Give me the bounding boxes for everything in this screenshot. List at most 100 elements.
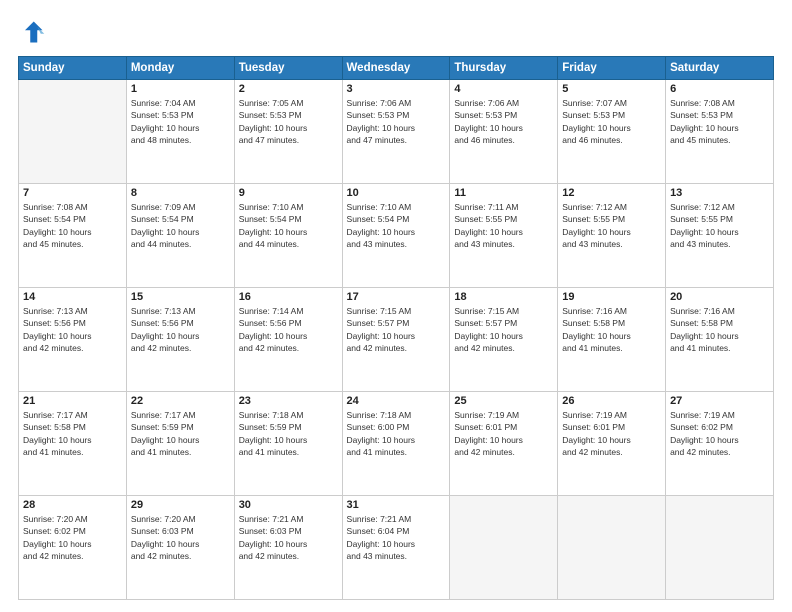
day-number: 25 — [454, 395, 553, 407]
calendar-cell: 23Sunrise: 7:18 AM Sunset: 5:59 PM Dayli… — [234, 392, 342, 496]
calendar-cell: 11 Sunrise: 7:11 AM Sunset: 5:55 PM Dayli… — [450, 184, 558, 288]
day-number: 1 — [131, 83, 230, 95]
day-info: Sunrise: 7:21 AM Sunset: 6:04 PM Dayligh… — [347, 513, 446, 562]
day-number: 21 — [23, 395, 122, 407]
week-row-1: 1 Sunrise: 7:04 AM Sunset: 5:53 PM Daylig… — [19, 80, 774, 184]
day-info: Sunrise: 7:06 AM Sunset: 5:53 PM Dayligh… — [454, 97, 553, 146]
day-info: Sunrise: 7:19 AM Sunset: 6:01 PM Dayligh… — [454, 409, 553, 458]
day-number: 3 — [347, 83, 446, 95]
day-number: 2 — [239, 83, 338, 95]
calendar-cell: 27 Sunrise: 7:19 AM Sunset: 6:02 PM Dayli… — [666, 392, 774, 496]
day-number: 8 — [131, 187, 230, 199]
day-info: Sunrise: 7:15 AM Sunset: 5:57 PM Dayligh… — [454, 305, 553, 354]
day-number: 17 — [347, 291, 446, 303]
day-info: Sunrise: 7:05 AM Sunset: 5:53 PM Dayligh… — [239, 97, 338, 146]
calendar-cell: 7Sunrise: 7:08 AM Sunset: 5:54 PM Daylig… — [19, 184, 127, 288]
calendar-cell: 19 Sunrise: 7:16 AM Sunset: 5:58 PM Dayli… — [558, 288, 666, 392]
day-number: 16 — [239, 291, 338, 303]
weekday-header-saturday: Saturday — [666, 57, 774, 80]
logo-icon — [18, 18, 46, 46]
day-number: 30 — [239, 499, 338, 511]
weekday-header-tuesday: Tuesday — [234, 57, 342, 80]
calendar-cell: 1 Sunrise: 7:04 AM Sunset: 5:53 PM Daylig… — [126, 80, 234, 184]
calendar-cell: 24Sunrise: 7:18 AM Sunset: 6:00 PM Dayli… — [342, 392, 450, 496]
calendar-table: SundayMondayTuesdayWednesdayThursdayFrid… — [18, 56, 774, 600]
day-number: 19 — [562, 291, 661, 303]
day-info: Sunrise: 7:18 AM Sunset: 6:00 PM Dayligh… — [347, 409, 446, 458]
day-number: 6 — [670, 83, 769, 95]
day-info: Sunrise: 7:17 AM Sunset: 5:58 PM Dayligh… — [23, 409, 122, 458]
day-info: Sunrise: 7:19 AM Sunset: 6:02 PM Dayligh… — [670, 409, 769, 458]
day-number: 7 — [23, 187, 122, 199]
day-info: Sunrise: 7:13 AM Sunset: 5:56 PM Dayligh… — [131, 305, 230, 354]
calendar-cell: 29 Sunrise: 7:20 AM Sunset: 6:03 PM Dayli… — [126, 496, 234, 600]
calendar-cell: 15 Sunrise: 7:13 AM Sunset: 5:56 PM Dayli… — [126, 288, 234, 392]
calendar-cell: 17 Sunrise: 7:15 AM Sunset: 5:57 PM Dayli… — [342, 288, 450, 392]
calendar-cell: 6 Sunrise: 7:08 AM Sunset: 5:53 PM Daylig… — [666, 80, 774, 184]
weekday-header-friday: Friday — [558, 57, 666, 80]
calendar-cell: 28Sunrise: 7:20 AM Sunset: 6:02 PM Dayli… — [19, 496, 127, 600]
day-number: 12 — [562, 187, 661, 199]
weekday-header-monday: Monday — [126, 57, 234, 80]
week-row-4: 21 Sunrise: 7:17 AM Sunset: 5:58 PM Dayli… — [19, 392, 774, 496]
day-info: Sunrise: 7:06 AM Sunset: 5:53 PM Dayligh… — [347, 97, 446, 146]
calendar-cell: 21 Sunrise: 7:17 AM Sunset: 5:58 PM Dayli… — [19, 392, 127, 496]
logo — [18, 18, 50, 46]
day-info: Sunrise: 7:09 AM Sunset: 5:54 PM Dayligh… — [131, 201, 230, 250]
day-number: 9 — [239, 187, 338, 199]
calendar-cell: 10 Sunrise: 7:10 AM Sunset: 5:54 PM Dayli… — [342, 184, 450, 288]
page: SundayMondayTuesdayWednesdayThursdayFrid… — [0, 0, 792, 612]
calendar-cell: 13 Sunrise: 7:12 AM Sunset: 5:55 PM Dayli… — [666, 184, 774, 288]
day-info: Sunrise: 7:12 AM Sunset: 5:55 PM Dayligh… — [670, 201, 769, 250]
day-info: Sunrise: 7:16 AM Sunset: 5:58 PM Dayligh… — [670, 305, 769, 354]
calendar-cell — [19, 80, 127, 184]
day-info: Sunrise: 7:11 AM Sunset: 5:55 PM Dayligh… — [454, 201, 553, 250]
week-row-3: 14 Sunrise: 7:13 AM Sunset: 5:56 PM Dayli… — [19, 288, 774, 392]
day-number: 5 — [562, 83, 661, 95]
week-row-2: 7Sunrise: 7:08 AM Sunset: 5:54 PM Daylig… — [19, 184, 774, 288]
day-number: 26 — [562, 395, 661, 407]
day-info: Sunrise: 7:17 AM Sunset: 5:59 PM Dayligh… — [131, 409, 230, 458]
calendar-cell: 30Sunrise: 7:21 AM Sunset: 6:03 PM Dayli… — [234, 496, 342, 600]
calendar-cell: 8 Sunrise: 7:09 AM Sunset: 5:54 PM Daylig… — [126, 184, 234, 288]
day-info: Sunrise: 7:08 AM Sunset: 5:53 PM Dayligh… — [670, 97, 769, 146]
day-number: 27 — [670, 395, 769, 407]
calendar-cell — [450, 496, 558, 600]
day-info: Sunrise: 7:12 AM Sunset: 5:55 PM Dayligh… — [562, 201, 661, 250]
day-info: Sunrise: 7:07 AM Sunset: 5:53 PM Dayligh… — [562, 97, 661, 146]
weekday-header-wednesday: Wednesday — [342, 57, 450, 80]
day-info: Sunrise: 7:20 AM Sunset: 6:03 PM Dayligh… — [131, 513, 230, 562]
weekday-header-sunday: Sunday — [19, 57, 127, 80]
day-number: 18 — [454, 291, 553, 303]
calendar-cell: 26 Sunrise: 7:19 AM Sunset: 6:01 PM Dayli… — [558, 392, 666, 496]
calendar-cell — [666, 496, 774, 600]
week-row-5: 28Sunrise: 7:20 AM Sunset: 6:02 PM Dayli… — [19, 496, 774, 600]
calendar-cell: 31Sunrise: 7:21 AM Sunset: 6:04 PM Dayli… — [342, 496, 450, 600]
day-number: 13 — [670, 187, 769, 199]
day-info: Sunrise: 7:04 AM Sunset: 5:53 PM Dayligh… — [131, 97, 230, 146]
day-number: 10 — [347, 187, 446, 199]
calendar-cell: 9 Sunrise: 7:10 AM Sunset: 5:54 PM Daylig… — [234, 184, 342, 288]
day-info: Sunrise: 7:16 AM Sunset: 5:58 PM Dayligh… — [562, 305, 661, 354]
calendar-cell: 5 Sunrise: 7:07 AM Sunset: 5:53 PM Daylig… — [558, 80, 666, 184]
weekday-header-row: SundayMondayTuesdayWednesdayThursdayFrid… — [19, 57, 774, 80]
day-info: Sunrise: 7:10 AM Sunset: 5:54 PM Dayligh… — [239, 201, 338, 250]
day-number: 14 — [23, 291, 122, 303]
day-info: Sunrise: 7:15 AM Sunset: 5:57 PM Dayligh… — [347, 305, 446, 354]
header — [18, 18, 774, 46]
day-number: 15 — [131, 291, 230, 303]
day-number: 20 — [670, 291, 769, 303]
calendar-cell: 4 Sunrise: 7:06 AM Sunset: 5:53 PM Daylig… — [450, 80, 558, 184]
day-info: Sunrise: 7:10 AM Sunset: 5:54 PM Dayligh… — [347, 201, 446, 250]
day-number: 11 — [454, 187, 553, 199]
day-info: Sunrise: 7:18 AM Sunset: 5:59 PM Dayligh… — [239, 409, 338, 458]
day-info: Sunrise: 7:20 AM Sunset: 6:02 PM Dayligh… — [23, 513, 122, 562]
day-number: 29 — [131, 499, 230, 511]
calendar-cell: 18 Sunrise: 7:15 AM Sunset: 5:57 PM Dayli… — [450, 288, 558, 392]
day-info: Sunrise: 7:13 AM Sunset: 5:56 PM Dayligh… — [23, 305, 122, 354]
calendar-cell: 20 Sunrise: 7:16 AM Sunset: 5:58 PM Dayli… — [666, 288, 774, 392]
day-number: 4 — [454, 83, 553, 95]
day-number: 22 — [131, 395, 230, 407]
day-info: Sunrise: 7:19 AM Sunset: 6:01 PM Dayligh… — [562, 409, 661, 458]
calendar-cell: 2 Sunrise: 7:05 AM Sunset: 5:53 PM Daylig… — [234, 80, 342, 184]
